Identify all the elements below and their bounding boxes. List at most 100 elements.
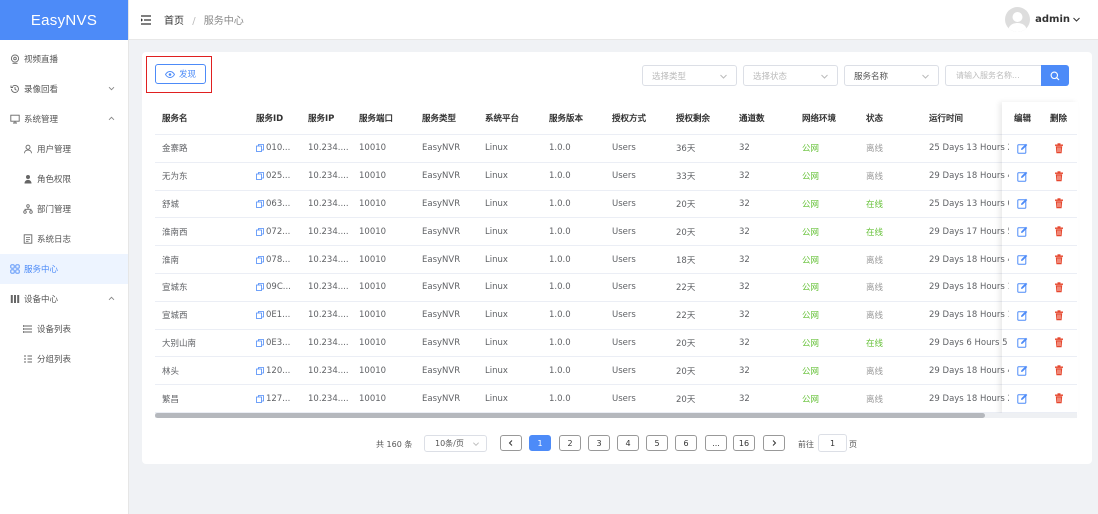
sidebar-item-logs[interactable]: 系统日志 [0,224,128,254]
search-button[interactable] [1041,65,1069,86]
sidebar-item-department[interactable]: 部门管理 [0,194,128,224]
page-button[interactable]: 5 [646,435,668,451]
cell-id: 0E3... [256,330,290,357]
delete-icon[interactable] [1054,330,1064,357]
cell-channels: 32 [739,143,750,154]
table-row[interactable]: 淮南 078... 10.234.... 10010 EasyNVR Linux 1.0.0… [155,246,1077,274]
edit-icon[interactable] [1017,246,1028,273]
type-select[interactable]: 选择类型 [642,65,737,86]
breadcrumb-home[interactable]: 首页 [164,16,184,27]
edit-icon[interactable] [1017,163,1028,190]
table-row[interactable]: 林头 120... 10.234.... 10010 EasyNVR Linux 1.0.0… [155,357,1077,386]
sidebar-item-device-list[interactable]: 设备列表 [0,314,128,344]
copy-icon[interactable] [256,283,264,292]
table-row[interactable]: 舒城 063... 10.234.... 10010 EasyNVR Linux 1.0.0… [155,191,1077,219]
delete-icon[interactable] [1054,218,1064,245]
delete-icon[interactable] [1054,246,1064,273]
table-row[interactable]: 金寨路 010... 10.234.... 10010 EasyNVR Linux 1.0.… [155,135,1077,163]
copy-icon[interactable] [256,144,264,153]
page-button[interactable]: 16 [733,435,755,451]
menu-fold-icon[interactable] [140,14,152,26]
delete-icon[interactable] [1054,302,1064,329]
edit-icon[interactable] [1017,274,1028,301]
username[interactable]: admin [1035,14,1070,25]
cell-id-text: 120... [266,365,291,376]
cell-network: 公网 [802,338,820,349]
delete-icon[interactable] [1054,385,1064,412]
next-page-button[interactable] [763,435,785,451]
delete-icon[interactable] [1054,135,1064,162]
page-size-select[interactable]: 10条/页 [424,435,487,452]
page-button[interactable]: 4 [617,435,639,451]
edit-icon[interactable] [1017,135,1028,162]
sidebar-item-group-list[interactable]: 分组列表 [0,344,128,374]
column-header-version: 服务版本 [549,114,584,124]
service-table: 服务名 服务ID 服务IP 服务端口 服务类型 系统平台 服务版本 授权方式 授权剩余 通道数 网络… [155,102,1077,413]
page-button[interactable]: 3 [588,435,610,451]
edit-icon[interactable] [1017,191,1028,218]
copy-icon[interactable] [256,394,264,403]
scrollbar-thumb[interactable] [155,413,985,418]
sidebar-item-system[interactable]: 系统管理 [0,104,128,134]
cell-remaining: 36天 [676,144,696,155]
edit-icon[interactable] [1017,218,1028,245]
table-row[interactable]: 无为东 025... 10.234.... 10010 EasyNVR Linux 1.0.… [155,163,1077,191]
cell-id-text: 127... [266,393,291,404]
chevron-down-icon[interactable] [1072,15,1081,24]
table-row[interactable]: 繁昌 127... 10.234.... 10010 EasyNVR Linux 1.0.0… [155,385,1077,413]
table-row[interactable]: 大别山南 0E3... 10.234.... 10010 EasyNVR Linux 1.0… [155,330,1077,358]
table-row[interactable]: 宣城西 0E1... 10.234.... 10010 EasyNVR Linux 1.0.… [155,302,1077,330]
cell-type: EasyNVR [422,365,461,376]
edit-icon[interactable] [1017,357,1028,384]
cell-version: 1.0.0 [549,198,571,209]
copy-icon[interactable] [256,311,264,320]
sidebar-item-roles[interactable]: 角色权限 [0,164,128,194]
edit-icon[interactable] [1017,385,1028,412]
sidebar-item-live-video[interactable]: 视频直播 [0,44,128,74]
page-button[interactable]: 6 [675,435,697,451]
edit-icon[interactable] [1017,302,1028,329]
copy-icon[interactable] [256,227,264,236]
table-row[interactable]: 淮南西 072... 10.234.... 10010 EasyNVR Linux 1.0.… [155,218,1077,247]
column-header-channels: 通道数 [739,114,765,124]
cell-name: 舒城 [162,199,180,210]
delete-icon[interactable] [1054,191,1064,218]
cell-platform: Linux [485,254,508,265]
user-menu[interactable]: admin [1005,7,1081,32]
discover-label: 发现 [178,70,196,80]
table-row[interactable]: 宣城东 09C... 10.234.... 10010 EasyNVR Linux 1.0.… [155,274,1077,302]
copy-icon[interactable] [256,366,264,375]
cell-name: 繁昌 [162,394,180,405]
delete-icon[interactable] [1054,163,1064,190]
sidebar-item-device-center[interactable]: 设备中心 [0,284,128,314]
sidebar-item-playback[interactable]: 录像回看 [0,74,128,104]
copy-icon[interactable] [256,200,264,208]
copy-icon[interactable] [256,255,264,264]
cell-auth: Users [612,254,636,265]
search-input[interactable]: 请输入服务名称... [945,65,1041,86]
cell-port: 10010 [359,226,387,237]
avatar[interactable] [1005,7,1031,32]
status-select[interactable]: 选择状态 [743,65,838,86]
prev-page-button[interactable] [500,435,522,451]
field-select[interactable]: 服务名称 [844,65,939,86]
copy-icon[interactable] [256,172,264,181]
delete-icon[interactable] [1054,357,1064,384]
cell-id: 0E1... [256,302,290,329]
sidebar-item-service-center[interactable]: 服务中心 [0,254,128,284]
sidebar-item-users[interactable]: 用户管理 [0,134,128,164]
page-ellipsis[interactable]: ... [705,435,727,451]
goto-page-input[interactable]: 1 [818,434,847,452]
cell-ip: 10.234.... [308,254,349,265]
cell-status: 离线 [866,255,884,266]
cell-type: EasyNVR [422,226,461,237]
page-button[interactable]: 2 [559,435,581,451]
page-button[interactable]: 1 [529,435,551,451]
copy-icon[interactable] [256,339,264,347]
cell-ip: 10.234.... [308,337,349,348]
edit-icon[interactable] [1017,330,1028,357]
cell-id-text: 025... [266,171,291,182]
delete-icon[interactable] [1054,274,1064,301]
discover-button[interactable]: 发现 [155,64,206,84]
horizontal-scrollbar[interactable] [155,413,1077,418]
